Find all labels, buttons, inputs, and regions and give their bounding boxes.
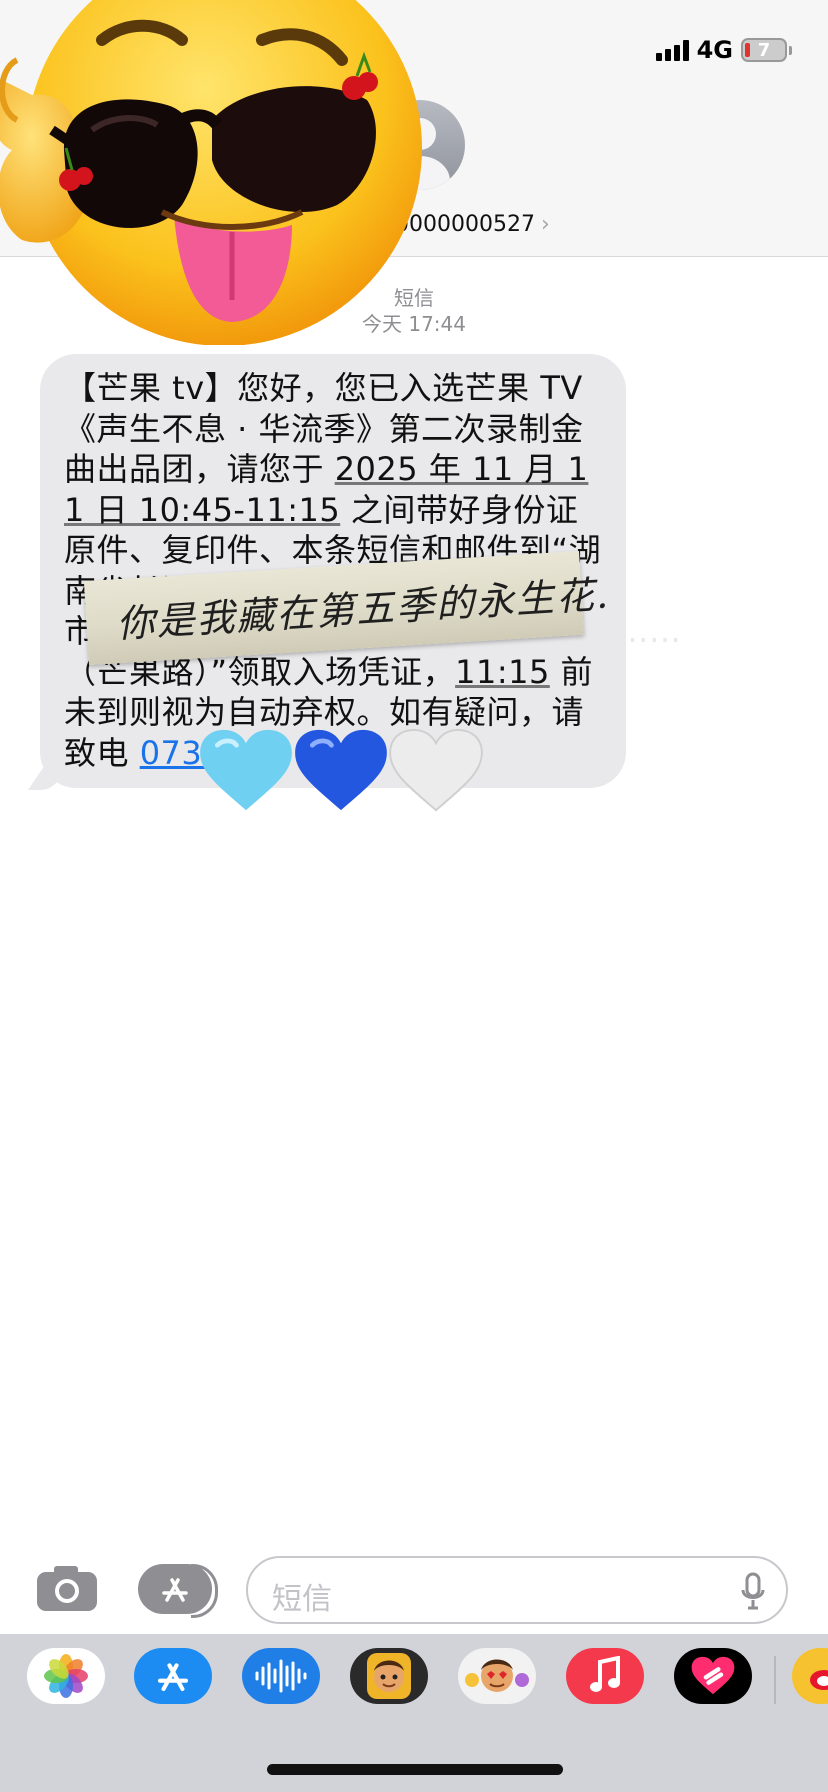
microphone-icon[interactable] bbox=[740, 1572, 766, 1610]
memoji-stickers-app-button[interactable] bbox=[458, 1648, 536, 1704]
memoji-icon bbox=[367, 1653, 411, 1699]
music-app-button[interactable] bbox=[566, 1648, 644, 1704]
heart-icon bbox=[691, 1656, 735, 1695]
chevron-right-icon: › bbox=[540, 212, 550, 237]
message-input[interactable]: 短信 bbox=[246, 1556, 788, 1624]
weibo-icon bbox=[810, 1670, 828, 1690]
app-store-button[interactable] bbox=[138, 1564, 218, 1618]
photos-icon bbox=[44, 1654, 88, 1698]
app-drawer-divider bbox=[774, 1656, 776, 1704]
photos-app-button[interactable] bbox=[27, 1648, 105, 1704]
music-note-icon bbox=[590, 1656, 620, 1692]
audio-message-app-button[interactable] bbox=[242, 1648, 320, 1704]
signal-icon bbox=[655, 39, 689, 61]
memoji-stickers-icon bbox=[465, 1659, 529, 1692]
message-timestamp: 今天 17:44 bbox=[362, 312, 466, 336]
digital-touch-app-button[interactable] bbox=[674, 1648, 752, 1704]
home-indicator[interactable] bbox=[267, 1764, 563, 1775]
message-input-placeholder: 短信 bbox=[272, 1582, 332, 1617]
battery-level: 7 bbox=[757, 39, 771, 61]
light-blue-heart-icon bbox=[200, 729, 292, 811]
camera-button[interactable] bbox=[36, 1564, 98, 1612]
battery-cap bbox=[789, 45, 792, 55]
message-time-link[interactable]: 11:15 bbox=[455, 653, 550, 691]
sound-wave-icon bbox=[255, 1659, 307, 1693]
memoji-app-button[interactable] bbox=[350, 1648, 428, 1704]
message-service-label: 短信 bbox=[394, 286, 434, 310]
white-heart-icon bbox=[389, 728, 483, 812]
app-store-icon bbox=[162, 1578, 188, 1602]
status-bar: 4G 7 bbox=[655, 36, 792, 64]
handwritten-note-text: 你是我藏在第五季的永生花. bbox=[115, 572, 612, 647]
battery-icon: 7 bbox=[741, 38, 787, 62]
app-store-app-button[interactable] bbox=[134, 1648, 212, 1704]
blue-heart-icon bbox=[295, 729, 387, 811]
app-store-icon bbox=[158, 1663, 188, 1691]
network-type: 4G bbox=[696, 36, 733, 64]
